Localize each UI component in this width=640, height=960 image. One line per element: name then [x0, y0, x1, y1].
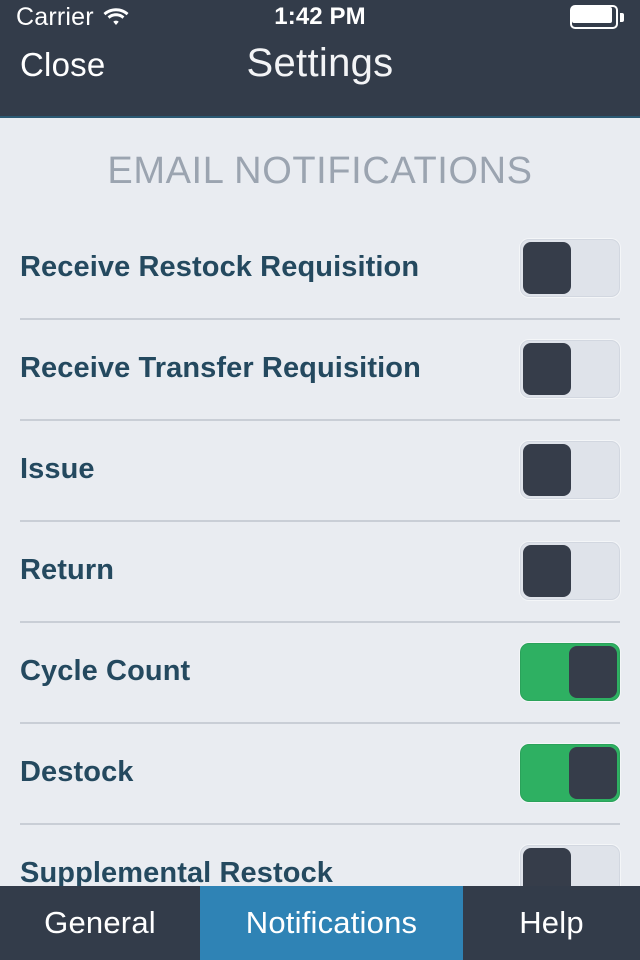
battery-full-icon: [570, 5, 624, 29]
setting-row[interactable]: Return: [0, 520, 640, 621]
setting-row[interactable]: Receive Transfer Requisition: [0, 318, 640, 419]
navigation-bar: Close Settings: [0, 34, 640, 118]
app-header: Carrier 1:42 PM Close Settings: [0, 0, 640, 118]
setting-row[interactable]: Issue: [0, 419, 640, 520]
page-title: Settings: [246, 41, 394, 85]
toggle-knob: [569, 746, 617, 799]
settings-content: EMAIL NOTIFICATIONS Receive Restock Requ…: [0, 118, 640, 886]
setting-row-label: Receive Transfer Requisition: [20, 352, 421, 384]
status-bar: Carrier 1:42 PM: [0, 0, 640, 34]
toggle-knob: [569, 645, 617, 698]
toggle-knob: [523, 443, 571, 496]
tab-label: General: [44, 905, 156, 940]
setting-row-label: Issue: [20, 453, 95, 485]
setting-toggle-switch[interactable]: [520, 440, 620, 499]
toggle-knob: [523, 544, 571, 597]
setting-row-label: Return: [20, 554, 115, 586]
tab-general[interactable]: General: [0, 886, 200, 960]
tab-help[interactable]: Help: [463, 886, 640, 960]
toggle-knob: [523, 847, 571, 886]
setting-row[interactable]: Destock: [0, 722, 640, 823]
setting-row-label: Receive Restock Requisition: [20, 251, 420, 283]
setting-row[interactable]: Cycle Count: [0, 621, 640, 722]
toggle-knob: [523, 342, 571, 395]
setting-toggle-switch[interactable]: [520, 844, 620, 886]
tab-label: Notifications: [245, 905, 418, 940]
setting-row-label: Destock: [20, 756, 134, 788]
status-bar-left: Carrier: [16, 2, 129, 31]
tab-notifications[interactable]: Notifications: [200, 886, 463, 960]
wifi-icon: [103, 7, 129, 27]
setting-toggle-switch[interactable]: [520, 339, 620, 398]
bottom-tab-bar: General Notifications Help: [0, 886, 640, 960]
toggle-knob: [523, 241, 571, 294]
carrier-label: Carrier: [16, 2, 94, 31]
status-bar-right: [570, 5, 624, 29]
setting-toggle-switch[interactable]: [520, 642, 620, 701]
setting-row[interactable]: Supplemental Restock: [0, 823, 640, 886]
section-header-email-notifications: EMAIL NOTIFICATIONS: [107, 150, 533, 192]
notification-settings-list: Receive Restock Requisition Receive Trans…: [0, 217, 640, 886]
setting-toggle-switch[interactable]: [520, 238, 620, 297]
setting-toggle-switch[interactable]: [520, 541, 620, 600]
setting-toggle-switch[interactable]: [520, 743, 620, 802]
setting-row-label: Supplemental Restock: [20, 857, 334, 886]
setting-row[interactable]: Receive Restock Requisition: [0, 217, 640, 318]
tab-label: Help: [519, 905, 584, 940]
setting-row-label: Cycle Count: [20, 655, 191, 687]
